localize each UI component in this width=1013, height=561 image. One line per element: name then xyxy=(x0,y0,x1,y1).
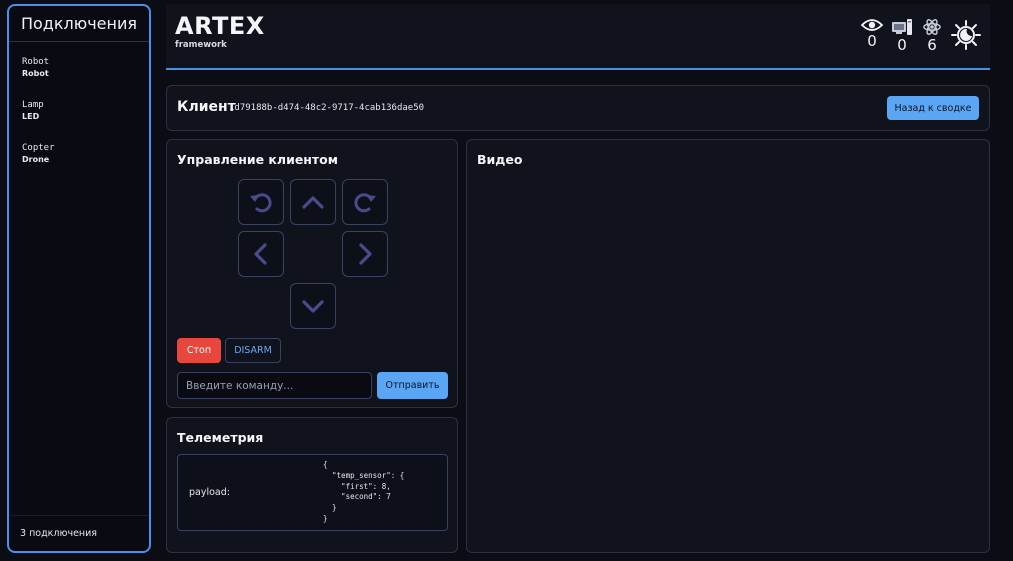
rotate-left-button[interactable] xyxy=(238,179,284,225)
chevron-left-icon xyxy=(254,243,267,265)
chevron-down-icon xyxy=(302,300,324,313)
telemetry-box: payload: { "temp_sensor": { "first": 8, … xyxy=(177,454,448,531)
stat-value: 0 xyxy=(867,32,877,50)
backward-button[interactable] xyxy=(290,283,336,329)
atom-icon xyxy=(923,19,941,35)
send-button[interactable]: Отправить xyxy=(377,372,448,399)
logo: ARTEX framework xyxy=(175,12,265,50)
connections-count: 3 подключения xyxy=(9,515,149,551)
connection-item-lamp[interactable]: Lamp LED xyxy=(9,99,149,142)
client-id: 1d79188b-d474-48c2-9717-4cab136dae50 xyxy=(229,103,425,113)
stat-value: 6 xyxy=(927,36,937,54)
connections-sidebar: Подключения Robot Robot Lamp LED Copter … xyxy=(7,4,151,553)
client-control-panel: Управление клиентом Стоп DISARM Отпр xyxy=(166,139,458,408)
rotate-right-icon xyxy=(354,193,376,213)
eye-icon xyxy=(861,19,883,31)
telemetry-panel: Телеметрия payload: { "temp_sensor": { "… xyxy=(166,417,458,553)
telemetry-key: payload: xyxy=(189,487,230,498)
app-header: ARTEX framework 0 0 6 xyxy=(166,4,990,70)
panel-title: Телеметрия xyxy=(177,430,264,445)
connection-type: Drone xyxy=(22,155,50,164)
command-input[interactable] xyxy=(177,372,372,399)
telemetry-json: { "temp_sensor": { "first": 8, "second":… xyxy=(323,460,405,523)
stat-value: 0 xyxy=(897,36,907,54)
stat-processes: 6 xyxy=(920,18,944,53)
client-label: Клиент xyxy=(177,99,236,115)
sidebar-title: Подключения xyxy=(9,6,149,42)
sun-moon-icon xyxy=(951,20,981,50)
right-button[interactable] xyxy=(342,231,388,277)
forward-button[interactable] xyxy=(290,179,336,225)
video-panel: Видео xyxy=(466,139,990,553)
client-bar: Клиент 1d79188b-d474-48c2-9717-4cab136da… xyxy=(166,85,990,131)
chevron-right-icon xyxy=(359,243,372,265)
connection-type: Robot xyxy=(22,69,49,78)
logo-subtitle: framework xyxy=(175,40,227,50)
panel-title: Управление клиентом xyxy=(177,152,338,167)
disarm-button[interactable]: DISARM xyxy=(225,338,281,363)
theme-toggle-button[interactable] xyxy=(950,19,982,51)
connection-list: Robot Robot Lamp LED Copter Drone xyxy=(9,42,149,515)
stat-devices: 0 xyxy=(890,18,914,53)
connection-name: Copter xyxy=(22,143,55,153)
connection-item-copter[interactable]: Copter Drone xyxy=(9,142,149,185)
panel-title: Видео xyxy=(477,152,523,167)
connection-name: Robot xyxy=(22,57,50,67)
stat-viewers: 0 xyxy=(860,18,884,49)
chevron-up-icon xyxy=(302,196,324,209)
connection-item-robot[interactable]: Robot Robot xyxy=(9,56,149,99)
stop-button[interactable]: Стоп xyxy=(177,338,221,363)
devices-icon xyxy=(892,19,912,35)
rotate-left-icon xyxy=(250,193,272,213)
rotate-right-button[interactable] xyxy=(342,179,388,225)
logo-title: ARTEX xyxy=(175,12,265,40)
left-button[interactable] xyxy=(238,231,284,277)
back-to-summary-button[interactable]: Назад к сводке xyxy=(887,96,979,120)
connection-type: LED xyxy=(22,112,40,121)
connection-name: Lamp xyxy=(22,100,44,110)
